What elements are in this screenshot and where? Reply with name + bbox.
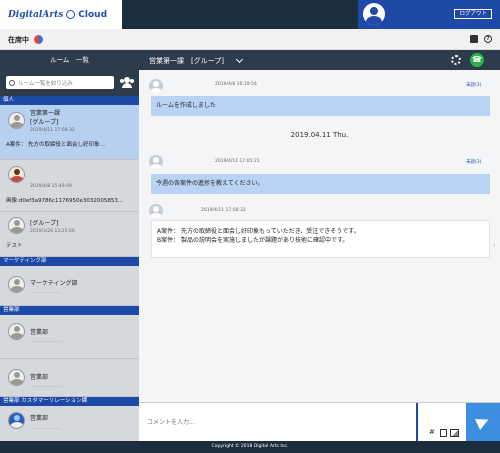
read-status[interactable]: 未読(3) <box>466 159 481 165</box>
room-item[interactable]: [グループ] 2019/3/26 13:25:06 テスト <box>0 212 139 257</box>
search-icon <box>9 79 15 86</box>
message-time: 2019/4/11 17:05:21 <box>215 159 260 164</box>
chat-messages: 2019/4/8 16:19:54 未読(3) ルームを作成しました 2019.… <box>139 70 500 402</box>
room-avatar-icon <box>8 412 25 429</box>
message-line: B案件： 製品の説明会を実施しましたが課題があり技術に確認中です。 <box>157 237 349 244</box>
sender-avatar-icon <box>149 155 163 169</box>
message-time: 2019/4/8 16:19:54 <box>215 82 257 87</box>
chevron-down-icon[interactable] <box>235 55 244 64</box>
room-item[interactable]: 営業第一課 [グループ] 2019/4/11 17:08:32 A案件： 先方の… <box>0 105 139 160</box>
help-icon[interactable]: ? <box>484 35 492 43</box>
room-time: 2019/3/26 13:25:06 <box>30 229 75 234</box>
room-preview: 画像:d0ef3a9786c1176950e3032005853… <box>6 198 124 204</box>
room-avatar-icon <box>8 112 25 129</box>
chat-title[interactable]: 営業第一課 [グループ] <box>149 56 224 66</box>
gear-icon[interactable] <box>451 55 461 65</box>
message-bubble: ルームを作成しました <box>151 96 490 116</box>
room-item[interactable]: マーケティング部 ------------------ <box>0 266 139 306</box>
room-preview: テスト <box>6 243 23 249</box>
call-icon[interactable]: ☎ <box>470 53 484 67</box>
brand-name: DigitalArts <box>8 9 64 20</box>
date-separator: 2019.04.11 Thu. <box>290 131 349 139</box>
user-block: ログアウト <box>358 0 500 29</box>
message-bubble: 今週の各案件の進捗を教えてください。 <box>151 174 490 194</box>
message-line: A案件： 先方の取締役と面会し好印象もっていただき、受注できそうです。 <box>157 228 360 235</box>
room-avatar-icon <box>8 217 25 234</box>
add-members-icon[interactable] <box>120 77 134 88</box>
top-bar: DigitalArts Cloud ログアウト <box>0 0 500 29</box>
room-avatar-icon <box>8 276 25 293</box>
room-item[interactable]: 2019/4/8 15:49:09 画像:d0ef3a9786c1176950e… <box>0 160 139 212</box>
room-name: [グループ] <box>30 220 59 227</box>
hashtag-icon[interactable]: # <box>429 428 435 436</box>
message-composer: # <box>139 402 500 442</box>
room-name: 営業部 <box>30 374 49 381</box>
room-avatar-icon <box>8 166 25 183</box>
section-marketing: マーケティング部 <box>0 257 139 266</box>
user-avatar-icon[interactable] <box>363 3 385 25</box>
room-name: 営業部 <box>30 415 49 422</box>
room-name: マーケティング部 <box>30 280 78 287</box>
send-button[interactable] <box>466 403 500 442</box>
room-name: 営業部 <box>30 329 49 336</box>
room-list-panel: ルーム 一覧 ルーム一覧を絞り込み 個人 営業第一課 [グループ] 2019/4… <box>0 50 139 441</box>
room-item[interactable]: 営業部 ------------------ <box>0 315 139 359</box>
room-search-input[interactable]: ルーム一覧を絞り込み <box>6 76 114 89</box>
room-avatar-icon <box>8 323 25 340</box>
chat-header: 営業第一課 [グループ] ☎ <box>139 50 500 70</box>
notebook-icon[interactable] <box>470 35 478 43</box>
presence-icon[interactable] <box>34 35 43 44</box>
section-personal: 個人 <box>0 96 139 105</box>
room-preview: A案件： 先方の取締役と面会し好印象… <box>6 142 106 148</box>
presence-status[interactable]: 在席中 <box>8 35 29 45</box>
sender-avatar-icon <box>149 204 163 218</box>
room-time: 2019/4/11 17:08:32 <box>30 128 75 133</box>
section-sales: 営業部 <box>0 306 139 315</box>
logout-button[interactable]: ログアウト <box>454 9 492 19</box>
room-name-tag: [グループ] <box>30 119 59 126</box>
brand-logo[interactable]: DigitalArts Cloud <box>0 0 122 29</box>
room-search-row: ルーム一覧を絞り込み <box>0 70 139 96</box>
room-avatar-icon <box>8 369 25 386</box>
room-list-title: ルーム 一覧 <box>0 50 139 70</box>
image-icon[interactable] <box>450 429 459 437</box>
side-panel-toggle-icon[interactable]: ‹ <box>493 242 499 260</box>
room-search-placeholder: ルーム一覧を絞り込み <box>18 80 73 87</box>
status-bar: 在席中 ? <box>0 29 500 50</box>
room-time: 2019/4/8 15:49:09 <box>30 184 72 189</box>
brand-mark-icon <box>66 10 76 19</box>
section-customer-relations: 営業部 カスタマーリレーション課 <box>0 397 139 406</box>
room-item[interactable]: 営業部 ------------------ <box>0 359 139 397</box>
message-time: 2019/4/11 17:08:32 <box>201 208 246 213</box>
read-status[interactable]: 未読(3) <box>466 82 481 88</box>
brand-suffix: Cloud <box>78 9 108 20</box>
file-icon[interactable] <box>440 429 447 437</box>
sender-avatar-icon <box>149 79 163 93</box>
room-name: 営業第一課 <box>30 110 61 117</box>
send-icon <box>475 414 491 430</box>
message-input[interactable] <box>143 407 413 438</box>
room-item[interactable]: 営業部 ------------------ <box>0 406 139 441</box>
footer-copyright: Copyright © 2018 Digital Arts Inc. <box>0 441 500 453</box>
message-bubble: A案件： 先方の取締役と面会し好印象もっていただき、受注できそうです。 B案件：… <box>151 220 490 258</box>
